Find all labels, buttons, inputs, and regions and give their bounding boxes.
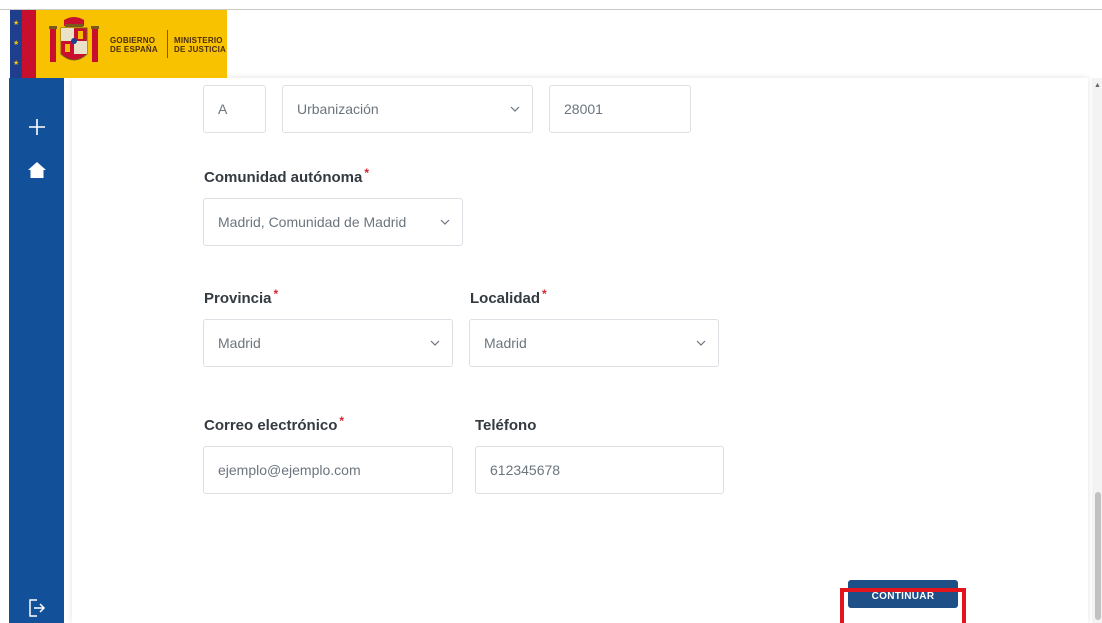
chevron-down-icon [696, 340, 706, 346]
email-placeholder: ejemplo@ejemplo.com [218, 462, 361, 478]
localidad-label: Localidad * [470, 287, 547, 307]
comunidad-select[interactable]: Madrid, Comunidad de Madrid [203, 198, 463, 246]
sidebar [9, 78, 64, 623]
provincia-label: Provincia * [204, 287, 279, 307]
comunidad-value: Madrid, Comunidad de Madrid [218, 214, 407, 230]
postal-code-field[interactable]: 28001 [549, 85, 691, 133]
provincia-value: Madrid [218, 335, 261, 351]
correo-label: Correo electrónico * [204, 414, 345, 434]
via-type-select[interactable]: Urbanización [282, 85, 533, 133]
eu-spain-flag: ★ ★ ★ [10, 10, 36, 78]
chevron-down-icon [510, 106, 520, 112]
letter-field[interactable]: A [203, 85, 266, 133]
comunidad-label: Comunidad autónoma * [204, 166, 369, 186]
required-marker: * [339, 414, 345, 428]
logo-ministerio-text: MINISTERIO DE JUSTICIA [174, 36, 226, 54]
scrollbar-thumb[interactable] [1095, 492, 1101, 620]
logo-divider [167, 30, 168, 58]
chevron-down-icon [440, 219, 450, 225]
required-marker: * [273, 287, 279, 301]
continue-button[interactable]: CONTINUAR [848, 580, 958, 608]
phone-field[interactable]: 612345678 [475, 446, 724, 494]
home-icon[interactable] [9, 162, 64, 178]
localidad-select[interactable]: Madrid [469, 319, 719, 367]
provincia-select[interactable]: Madrid [203, 319, 453, 367]
phone-placeholder: 612345678 [490, 462, 561, 478]
email-field[interactable]: ejemplo@ejemplo.com [203, 446, 453, 494]
page: ★ ★ ★ GOBIERNO DE ESPAÑA MINISTERIO DE J… [0, 0, 1102, 623]
plus-icon[interactable] [9, 118, 64, 136]
required-marker: * [364, 166, 369, 180]
letter-value: A [218, 101, 228, 117]
required-marker: * [542, 287, 547, 301]
logout-icon[interactable] [9, 598, 64, 618]
coat-of-arms-icon [49, 17, 99, 62]
gobierno-logo[interactable]: ★ ★ ★ GOBIERNO DE ESPAÑA MINISTERIO DE J… [10, 10, 227, 78]
logo-gobierno-text: GOBIERNO DE ESPAÑA [110, 36, 158, 54]
chevron-down-icon [430, 340, 440, 346]
localidad-value: Madrid [484, 335, 527, 351]
via-type-value: Urbanización [297, 101, 379, 117]
scroll-up-icon[interactable]: ▲ [1094, 82, 1101, 89]
telefono-label: Teléfono [475, 417, 537, 434]
postal-code-value: 28001 [564, 101, 603, 117]
